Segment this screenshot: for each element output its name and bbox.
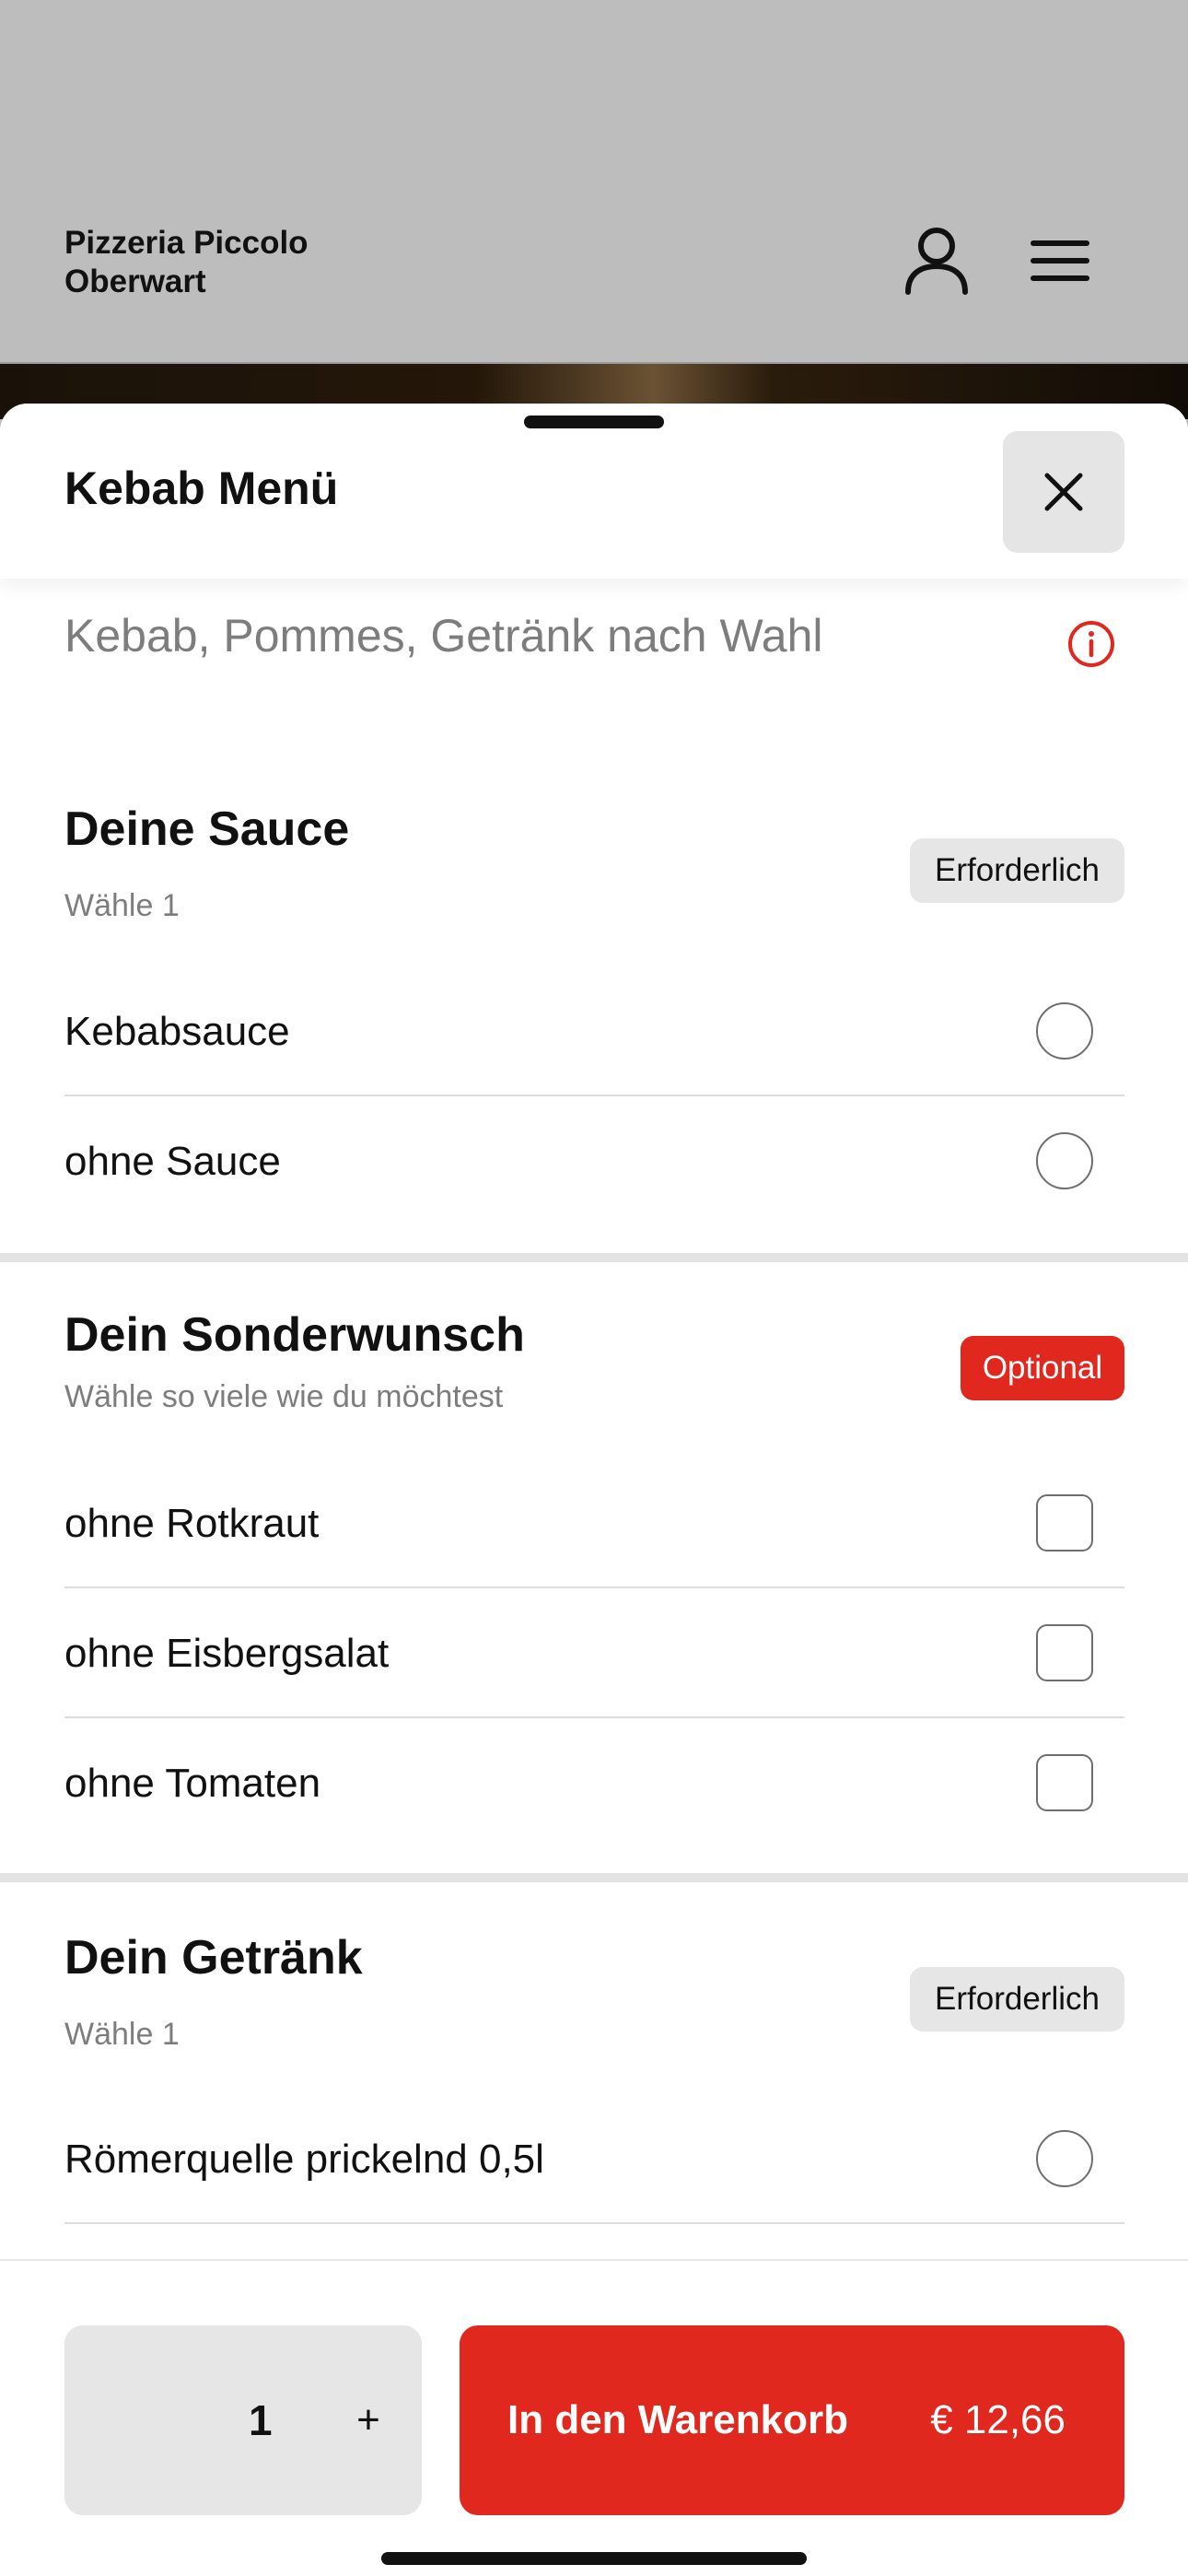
checkbox[interactable] <box>1036 1624 1093 1681</box>
option-label: ohne Rotkraut <box>64 1501 320 1546</box>
price-label: € 12,66 <box>930 2397 1066 2442</box>
optional-badge: Optional <box>961 1336 1124 1400</box>
shop-name[interactable]: Pizzeria Piccolo Oberwart <box>64 224 309 301</box>
option-label: ohne Tomaten <box>64 1761 321 1806</box>
required-badge: Erforderlich <box>910 1967 1124 2032</box>
option-row[interactable]: ohne Rotkraut <box>64 1458 1124 1588</box>
section-divider <box>0 1253 1188 1262</box>
option-row[interactable]: ohne Sauce <box>64 1096 1124 1226</box>
section-subtitle-sauce: Wähle 1 <box>64 888 180 923</box>
option-row[interactable]: ohne Eisbergsalat <box>64 1588 1124 1718</box>
option-row[interactable]: ohne Tomaten <box>64 1718 1124 1848</box>
checkbox[interactable] <box>1036 1754 1093 1811</box>
sheet-title: Kebab Menü <box>64 463 339 514</box>
checkbox[interactable] <box>1036 1494 1093 1551</box>
option-label: Römerquelle prickelnd 0,5l <box>64 2137 544 2182</box>
product-sheet: Kebab Menü Kebab, Pommes, Getränk nach W… <box>0 404 1188 2576</box>
info-icon[interactable] <box>1066 619 1116 669</box>
section-divider <box>0 1873 1188 1882</box>
radio-button[interactable] <box>1036 1002 1093 1060</box>
hamburger-menu-icon[interactable] <box>1030 238 1090 284</box>
shop-name-line1: Pizzeria Piccolo <box>64 225 309 261</box>
section-subtitle-drink: Wähle 1 <box>64 2017 180 2052</box>
page-header: Pizzeria Piccolo Oberwart <box>0 0 1188 364</box>
sheet-header: Kebab Menü <box>0 404 1188 579</box>
option-label: Kebabsauce <box>64 1009 290 1054</box>
shop-name-line2: Oberwart <box>64 263 206 299</box>
quantity-stepper[interactable]: 1 + <box>64 2325 422 2515</box>
section-subtitle-special-request: Wähle so viele wie du möchtest <box>64 1379 504 1414</box>
footer-action-bar: 1 + In den Warenkorb € 12,66 <box>0 2259 1188 2576</box>
option-row[interactable]: Kebabsauce <box>64 966 1124 1096</box>
add-to-cart-button[interactable]: In den Warenkorb € 12,66 <box>460 2325 1124 2515</box>
close-icon <box>1044 473 1083 511</box>
product-description: Kebab, Pommes, Getränk nach Wahl <box>64 610 823 662</box>
section-title-sauce: Deine Sauce <box>64 802 350 856</box>
close-button[interactable] <box>1003 431 1124 553</box>
option-row[interactable]: Römerquelle prickelnd 0,5l <box>64 2094 1124 2224</box>
user-icon[interactable] <box>903 226 971 296</box>
option-label: ohne Eisbergsalat <box>64 1631 390 1676</box>
section-title-drink: Dein Getränk <box>64 1931 363 1985</box>
section-title-special-request: Dein Sonderwunsch <box>64 1308 525 1362</box>
sheet-grabber[interactable] <box>524 416 664 428</box>
radio-button[interactable] <box>1036 1132 1093 1189</box>
increment-button[interactable]: + <box>332 2325 405 2515</box>
home-indicator <box>381 2552 807 2565</box>
option-label: ohne Sauce <box>64 1139 281 1184</box>
add-to-cart-label: In den Warenkorb <box>507 2397 848 2442</box>
radio-button[interactable] <box>1036 2130 1093 2187</box>
required-badge: Erforderlich <box>910 838 1124 903</box>
